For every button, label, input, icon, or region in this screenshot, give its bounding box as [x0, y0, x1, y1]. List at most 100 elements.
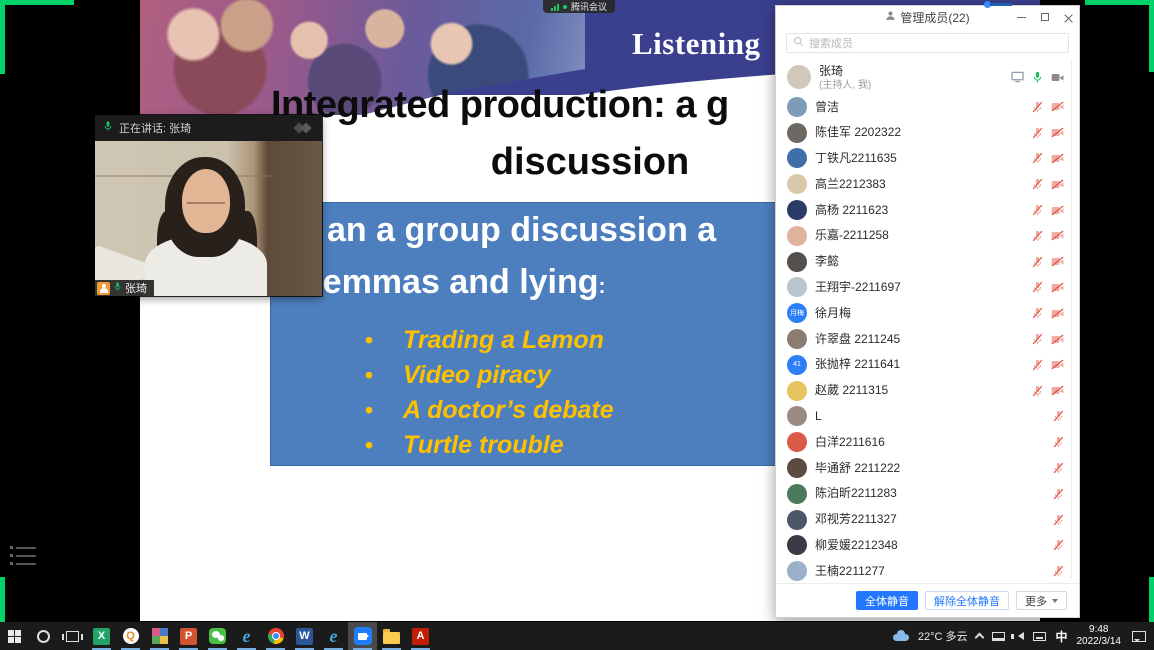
- search-input[interactable]: 搜索成员: [786, 33, 1069, 53]
- top-slider[interactable]: [984, 1, 1012, 8]
- member-row[interactable]: 41 张抛梓 2211641: [776, 352, 1079, 378]
- cam-off-icon[interactable]: [1051, 308, 1064, 319]
- mic-off-icon[interactable]: [1053, 565, 1064, 577]
- meeting-app-name: 腾讯会议: [571, 0, 607, 13]
- word-button[interactable]: W: [290, 622, 319, 650]
- mic-off-icon[interactable]: [1053, 514, 1064, 526]
- member-row[interactable]: 丁铁凡2211635: [776, 146, 1079, 172]
- acrobat-button[interactable]: A: [406, 622, 435, 650]
- panel-title-bar[interactable]: 管理成员(22): [776, 6, 1079, 28]
- mute-all-button[interactable]: 全体静音: [856, 591, 918, 610]
- internet-explorer-button[interactable]: e: [232, 622, 261, 650]
- show-hidden-icons-caret[interactable]: [975, 633, 985, 643]
- mic-off-icon[interactable]: [1053, 539, 1064, 551]
- maximize-button[interactable]: [1041, 13, 1049, 21]
- member-avatar: [787, 277, 807, 297]
- mic-off-icon[interactable]: [1053, 436, 1064, 448]
- chrome-button[interactable]: [261, 622, 290, 650]
- excel-button[interactable]: X: [87, 622, 116, 650]
- weather-text[interactable]: 22°C 多云: [918, 628, 968, 644]
- cam-off-icon[interactable]: [1051, 385, 1064, 396]
- member-row[interactable]: 邓视芳2211327: [776, 507, 1079, 533]
- mic-off-icon[interactable]: [1053, 462, 1064, 474]
- unmute-all-button[interactable]: 解除全体静音: [925, 591, 1009, 610]
- cam-off-icon[interactable]: [1051, 101, 1064, 112]
- display-device-icon[interactable]: [992, 632, 1005, 641]
- cam-on-icon[interactable]: [1051, 72, 1064, 83]
- tencent-meeting-button[interactable]: [348, 622, 377, 650]
- member-row[interactable]: 柳爱媛2212348: [776, 533, 1079, 559]
- cam-off-icon[interactable]: [1051, 359, 1064, 370]
- task-view-button[interactable]: [58, 622, 87, 650]
- wechat-button[interactable]: [203, 622, 232, 650]
- minimize-button[interactable]: [1017, 17, 1026, 18]
- mic-off-icon[interactable]: [1032, 307, 1043, 319]
- cortana-button[interactable]: [29, 622, 58, 650]
- member-row[interactable]: 张琦 (主持人, 我): [776, 60, 1079, 94]
- mic-off-icon[interactable]: [1053, 410, 1064, 422]
- member-row[interactable]: L: [776, 404, 1079, 430]
- more-button[interactable]: 更多: [1016, 591, 1067, 610]
- video-title-bar[interactable]: 正在讲话: 张琦: [95, 115, 322, 141]
- member-row[interactable]: 高兰2212383: [776, 171, 1079, 197]
- photos-button[interactable]: [145, 622, 174, 650]
- touch-keyboard-icon[interactable]: [1033, 632, 1046, 641]
- scrollbar-track[interactable]: [1071, 60, 1072, 579]
- member-row[interactable]: 陈佳军 2202322: [776, 120, 1079, 146]
- member-row[interactable]: 月梅 徐月梅: [776, 300, 1079, 326]
- folder-icon: [383, 632, 400, 644]
- mic-off-icon[interactable]: [1053, 488, 1064, 500]
- ime-indicator[interactable]: 中: [1055, 628, 1067, 645]
- member-row[interactable]: 曾洁: [776, 94, 1079, 120]
- member-row[interactable]: 王翔宇-2211697: [776, 275, 1079, 301]
- video-window[interactable]: 正在讲话: 张琦 张琦: [95, 115, 322, 296]
- desktop-list-icon[interactable]: [10, 546, 36, 570]
- member-row[interactable]: 乐嘉-2211258: [776, 223, 1079, 249]
- volume-icon[interactable]: [1014, 632, 1024, 640]
- cam-off-icon[interactable]: [1051, 256, 1064, 267]
- desktop-accent-top-right-v: [1149, 0, 1154, 72]
- mic-off-icon[interactable]: [1032, 333, 1043, 345]
- qq-browser-button[interactable]: Q: [116, 622, 145, 650]
- mic-off-icon[interactable]: [1032, 152, 1043, 164]
- meeting-status-pill[interactable]: 腾讯会议: [543, 0, 615, 13]
- member-status-icons: [1032, 127, 1064, 139]
- member-status-icons: [1032, 256, 1064, 268]
- member-row[interactable]: 陈泊昕2211283: [776, 481, 1079, 507]
- close-button[interactable]: [1064, 13, 1073, 22]
- cam-off-icon[interactable]: [1051, 205, 1064, 216]
- internet-explorer-2-button[interactable]: e: [319, 622, 348, 650]
- clock[interactable]: 9:482022/3/14: [1077, 624, 1122, 648]
- cam-off-icon[interactable]: [1051, 230, 1064, 241]
- mic-off-icon[interactable]: [1032, 281, 1043, 293]
- mic-off-icon[interactable]: [1032, 178, 1043, 190]
- member-row[interactable]: 李懿: [776, 249, 1079, 275]
- mic-off-icon[interactable]: [1032, 256, 1043, 268]
- powerpoint-button[interactable]: P: [174, 622, 203, 650]
- mic-off-icon[interactable]: [1032, 127, 1043, 139]
- file-explorer-button[interactable]: [377, 622, 406, 650]
- start-button[interactable]: [0, 622, 29, 650]
- mic-on-icon[interactable]: [1032, 71, 1043, 83]
- cam-off-icon[interactable]: [1051, 179, 1064, 190]
- screen-icon[interactable]: [1011, 71, 1024, 83]
- mic-off-icon[interactable]: [1032, 204, 1043, 216]
- mic-off-icon[interactable]: [1032, 385, 1043, 397]
- member-row[interactable]: 王楠2211277: [776, 558, 1079, 583]
- member-status-icons: [1053, 565, 1064, 577]
- member-row[interactable]: 赵葳 2211315: [776, 378, 1079, 404]
- member-row[interactable]: 许翠盘 2211245: [776, 326, 1079, 352]
- member-status-icons: [1032, 178, 1064, 190]
- member-row[interactable]: 毕通舒 2211222: [776, 455, 1079, 481]
- cam-off-icon[interactable]: [1051, 127, 1064, 138]
- member-row[interactable]: 白洋2211616: [776, 429, 1079, 455]
- mic-off-icon[interactable]: [1032, 101, 1043, 113]
- action-center-icon[interactable]: [1132, 631, 1146, 642]
- mic-off-icon[interactable]: [1032, 359, 1043, 371]
- cam-off-icon[interactable]: [1051, 334, 1064, 345]
- cam-off-icon[interactable]: [1051, 282, 1064, 293]
- member-row[interactable]: 高杨 2211623: [776, 197, 1079, 223]
- mic-off-icon[interactable]: [1032, 230, 1043, 242]
- member-avatar: [787, 484, 807, 504]
- cam-off-icon[interactable]: [1051, 153, 1064, 164]
